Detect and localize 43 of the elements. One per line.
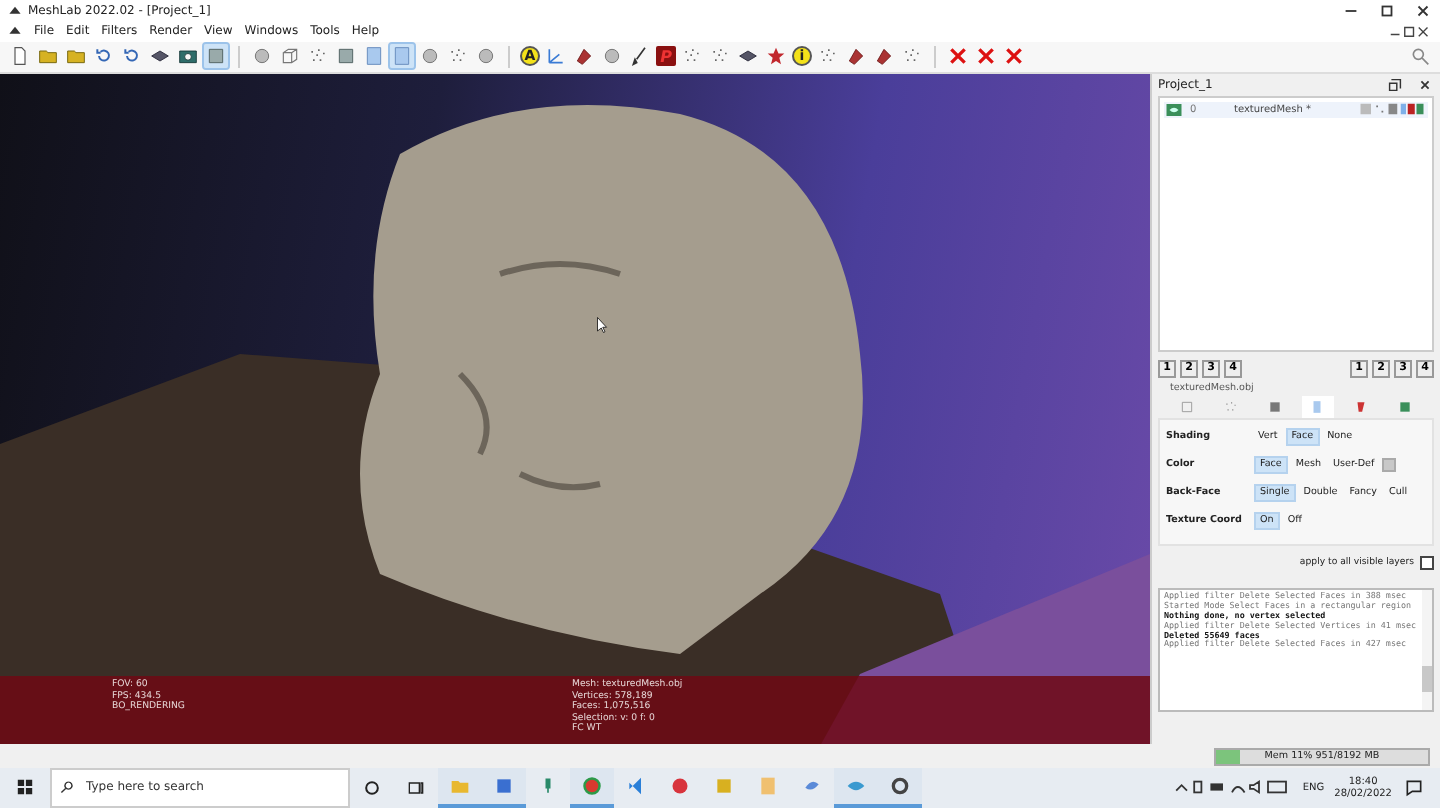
cortana-icon[interactable] <box>362 777 382 798</box>
mdi-window-controls-icon[interactable] <box>1388 24 1432 39</box>
pane-icon[interactable] <box>362 44 386 69</box>
layer-tools-icon[interactable] <box>1358 102 1426 117</box>
box-icon <box>1180 399 1195 414</box>
paint-icon[interactable] <box>872 44 896 69</box>
paint-icon[interactable] <box>844 44 868 69</box>
page-icon[interactable] <box>8 44 32 69</box>
system-tray-icons-drawing[interactable] <box>1172 778 1293 797</box>
chrome-app-icon[interactable] <box>570 767 614 808</box>
layers-icon <box>1267 399 1282 414</box>
cube-icon[interactable] <box>278 44 302 69</box>
cross-icon[interactable] <box>1002 44 1026 69</box>
float-icon[interactable] <box>1386 75 1404 94</box>
explorer-app-icon[interactable] <box>438 767 482 808</box>
checkbox[interactable] <box>1420 555 1434 570</box>
cross-icon[interactable] <box>974 44 998 69</box>
camera-icon[interactable] <box>176 44 200 69</box>
cross-icon[interactable] <box>946 44 970 69</box>
pane-icon[interactable] <box>390 44 414 69</box>
scrollbar[interactable] <box>1422 589 1432 710</box>
eye-icon[interactable] <box>1166 103 1182 116</box>
axes-icon[interactable] <box>544 44 568 69</box>
folder-icon[interactable] <box>64 44 88 69</box>
windows-start-icon[interactable] <box>16 778 34 797</box>
dots-icon <box>1223 399 1238 414</box>
box-icon[interactable] <box>204 44 228 69</box>
search-icon <box>60 779 74 794</box>
pane-icon <box>1310 399 1325 414</box>
notification-icon[interactable] <box>1404 777 1424 798</box>
folder-icon[interactable] <box>36 44 60 69</box>
close-icon[interactable] <box>1414 1 1432 20</box>
meshlab-app-icon[interactable] <box>878 767 922 808</box>
task-view-icon[interactable] <box>406 777 426 798</box>
maximize-icon[interactable] <box>1378 1 1396 20</box>
camera-icon <box>1397 399 1412 414</box>
floppy-app-icon[interactable] <box>482 767 526 808</box>
mouse-cursor-icon <box>596 315 608 334</box>
color-swatch[interactable] <box>1382 457 1397 472</box>
star-icon[interactable] <box>764 44 788 69</box>
paint-icon[interactable] <box>572 44 596 69</box>
box-icon[interactable] <box>334 44 358 69</box>
close-icon[interactable] <box>1416 75 1434 94</box>
